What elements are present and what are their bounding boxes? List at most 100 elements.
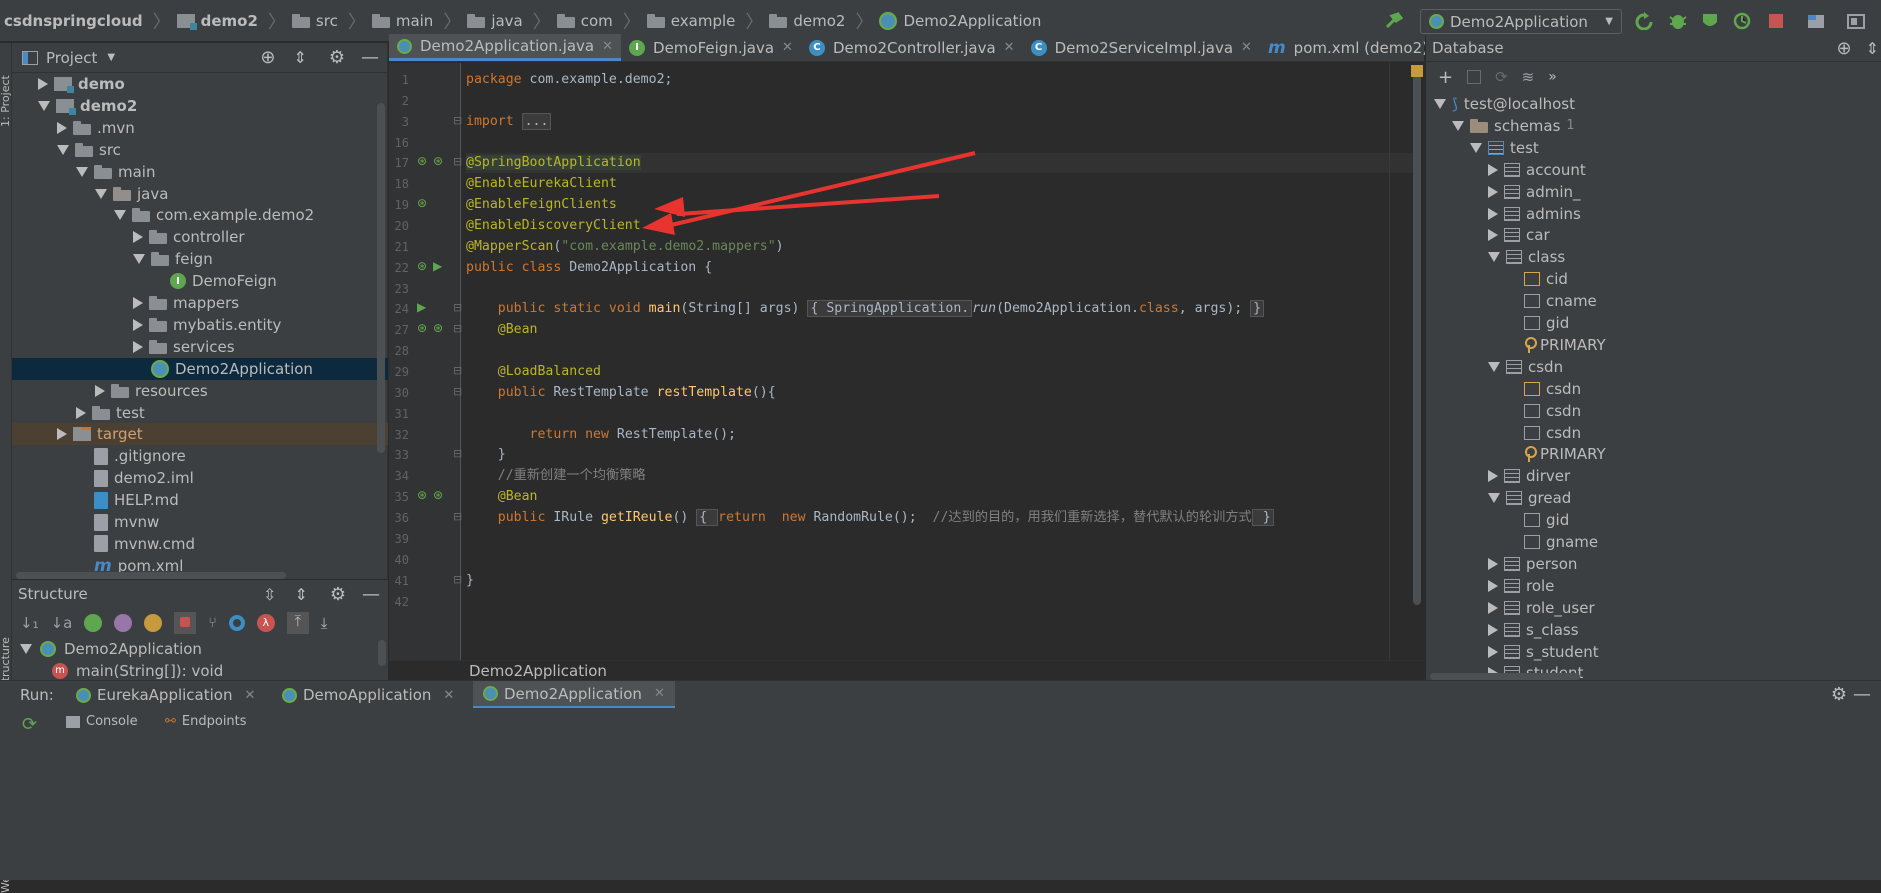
- tree-item-resources[interactable]: resources: [95, 380, 208, 402]
- breadcrumb-item[interactable]: demo2〉: [769, 8, 879, 34]
- db-tree-item[interactable]: test: [1470, 137, 1539, 159]
- show-non-public-icon[interactable]: [174, 612, 196, 634]
- expand-arrow-icon[interactable]: [57, 122, 67, 134]
- structure-scrollbar[interactable]: [378, 640, 386, 666]
- spring-bean-gutter-icon[interactable]: ⊛: [433, 321, 443, 335]
- db-tree-item[interactable]: admins: [1488, 203, 1581, 225]
- tree-item-mvnw[interactable]: mvnw: [76, 511, 159, 533]
- db-tree-item[interactable]: gname: [1506, 531, 1598, 553]
- collapse-arrow-icon[interactable]: [114, 210, 126, 220]
- tree-item-help-md[interactable]: HELP.md: [76, 489, 179, 511]
- editor-scrollbar[interactable]: [1413, 75, 1421, 605]
- expand-arrow-icon[interactable]: [76, 407, 86, 419]
- console-tab[interactable]: Console: [66, 714, 138, 729]
- add-icon[interactable]: +: [1438, 67, 1453, 88]
- close-icon[interactable]: ✕: [654, 686, 665, 701]
- tree-item-controller[interactable]: controller: [133, 226, 245, 248]
- close-icon[interactable]: ✕: [602, 39, 613, 54]
- minimize-icon[interactable]: —: [1853, 684, 1871, 705]
- run-tab-2[interactable]: Demo2Application✕: [473, 681, 675, 709]
- horizontal-scrollbar[interactable]: [16, 572, 286, 579]
- tree-item-demo2application[interactable]: Demo2Application: [12, 358, 388, 380]
- collapse-arrow-icon[interactable]: [57, 145, 69, 155]
- show-fields-filter-icon[interactable]: [144, 614, 162, 632]
- more-icon[interactable]: »: [1548, 69, 1557, 85]
- db-tree-item[interactable]: csdn: [1506, 422, 1581, 444]
- lambdas-icon[interactable]: λ: [257, 614, 275, 632]
- db-tree-item[interactable]: role_user: [1488, 597, 1595, 619]
- gear-icon[interactable]: ⚙: [330, 584, 346, 605]
- db-tree-item[interactable]: class: [1488, 246, 1565, 268]
- run-tab-1[interactable]: DemoApplication✕: [282, 681, 454, 709]
- expand-arrow-icon[interactable]: [1488, 624, 1498, 636]
- breadcrumb-item[interactable]: Demo2Application: [879, 12, 1041, 30]
- collapse-arrow-icon[interactable]: [1488, 252, 1500, 262]
- db-tree-item[interactable]: gid: [1506, 509, 1569, 531]
- show-fields-icon[interactable]: [84, 614, 102, 632]
- presentation-mode-icon[interactable]: [1846, 12, 1866, 30]
- autoscroll-from-source-icon[interactable]: ⤓: [321, 614, 328, 632]
- run-gutter-icon[interactable]: ▶: [417, 300, 426, 314]
- expand-arrow-icon[interactable]: [95, 385, 105, 397]
- minimize-icon[interactable]: —: [362, 584, 380, 605]
- collapse-arrow-icon[interactable]: [76, 167, 88, 177]
- code-area[interactable]: package com.example.demo2;import ...@Spr…: [461, 63, 1411, 660]
- breadcrumb-item[interactable]: src〉: [292, 8, 372, 34]
- refresh-icon[interactable]: ⟳: [1495, 68, 1508, 86]
- expand-arrow-icon[interactable]: [20, 644, 32, 654]
- breadcrumb-item[interactable]: csdnspringcloud〉: [4, 8, 177, 34]
- tree-item-demo2[interactable]: demo2: [38, 95, 137, 117]
- db-tree-item[interactable]: gid: [1506, 312, 1569, 334]
- anonymous-classes-icon[interactable]: [229, 615, 245, 631]
- db-tree-item[interactable]: person: [1488, 553, 1577, 575]
- expand-arrow-icon[interactable]: [1488, 580, 1498, 592]
- db-tree-item[interactable]: role: [1488, 575, 1554, 597]
- editor-tab-3[interactable]: CDemo2ServiceImpl.java✕: [1023, 34, 1260, 61]
- structure-item[interactable]: m main(String[]): void: [12, 660, 388, 682]
- db-tree-item[interactable]: admin_: [1488, 181, 1581, 203]
- expand-arrow-icon[interactable]: [1488, 470, 1498, 482]
- close-icon[interactable]: ✕: [244, 688, 255, 703]
- inherited-icon[interactable]: ⑂: [208, 615, 216, 631]
- db-tree-item[interactable]: dirver: [1488, 465, 1570, 487]
- inspection-status-icon[interactable]: [1411, 65, 1423, 77]
- collapse-arrow-icon[interactable]: [1452, 121, 1464, 131]
- tree-item-mvnw-cmd[interactable]: mvnw.cmd: [76, 533, 195, 555]
- db-tree-item[interactable]: PRIMARY: [1506, 334, 1606, 356]
- collapse-arrow-icon[interactable]: [1488, 493, 1500, 503]
- expand-arrow-icon[interactable]: [133, 297, 143, 309]
- tree-item-main[interactable]: main: [76, 161, 155, 183]
- expand-arrow-icon[interactable]: [133, 319, 143, 331]
- autoscroll-to-source-icon[interactable]: ⤒: [287, 612, 309, 634]
- profiler-icon[interactable]: [1733, 12, 1753, 30]
- expand-arrow-icon[interactable]: [1488, 602, 1498, 614]
- collapse-arrow-icon[interactable]: [1488, 362, 1500, 372]
- db-tree-item[interactable]: s_student: [1488, 641, 1599, 663]
- gear-icon[interactable]: ⚙: [1831, 684, 1847, 705]
- spring-bean-gutter-icon[interactable]: ⊛: [417, 488, 427, 502]
- collapse-arrow-icon[interactable]: [1470, 143, 1482, 153]
- editor-tab-1[interactable]: IDemoFeign.java✕: [621, 34, 801, 61]
- expand-arrow-icon[interactable]: [1488, 646, 1498, 658]
- db-tree-item[interactable]: schemas1: [1452, 115, 1575, 137]
- show-properties-icon[interactable]: [114, 614, 132, 632]
- expand-arrow-icon[interactable]: [1488, 186, 1498, 198]
- tree-item-com-example-demo2[interactable]: com.example.demo2: [114, 204, 314, 226]
- spring-bean-gutter-icon[interactable]: ⊛: [417, 259, 427, 273]
- editor-tab-0[interactable]: Demo2Application.java✕: [389, 34, 621, 61]
- tree-item-mybatis-entity[interactable]: mybatis.entity: [133, 314, 281, 336]
- close-icon[interactable]: ✕: [1004, 40, 1015, 55]
- tree-scrollbar[interactable]: [377, 103, 385, 453]
- db-tree-item[interactable]: csdn: [1506, 400, 1581, 422]
- collapse-arrow-icon[interactable]: [1434, 99, 1446, 109]
- tree-item-target[interactable]: target: [12, 423, 388, 445]
- project-tool-tab[interactable]: 1: Project: [0, 47, 12, 127]
- editor-breadcrumb[interactable]: Demo2Application: [389, 660, 1424, 680]
- tree-item-feign[interactable]: feign: [133, 248, 213, 270]
- rerun-icon[interactable]: ⟳: [22, 714, 37, 735]
- close-icon[interactable]: ✕: [782, 40, 793, 55]
- spring-bean-gutter-icon[interactable]: ⊛: [433, 488, 443, 502]
- db-tree-item[interactable]: s_class: [1488, 619, 1579, 641]
- db-tree-item[interactable]: ⟆test@localhost: [1434, 93, 1575, 115]
- properties-icon[interactable]: ≋: [1522, 68, 1535, 86]
